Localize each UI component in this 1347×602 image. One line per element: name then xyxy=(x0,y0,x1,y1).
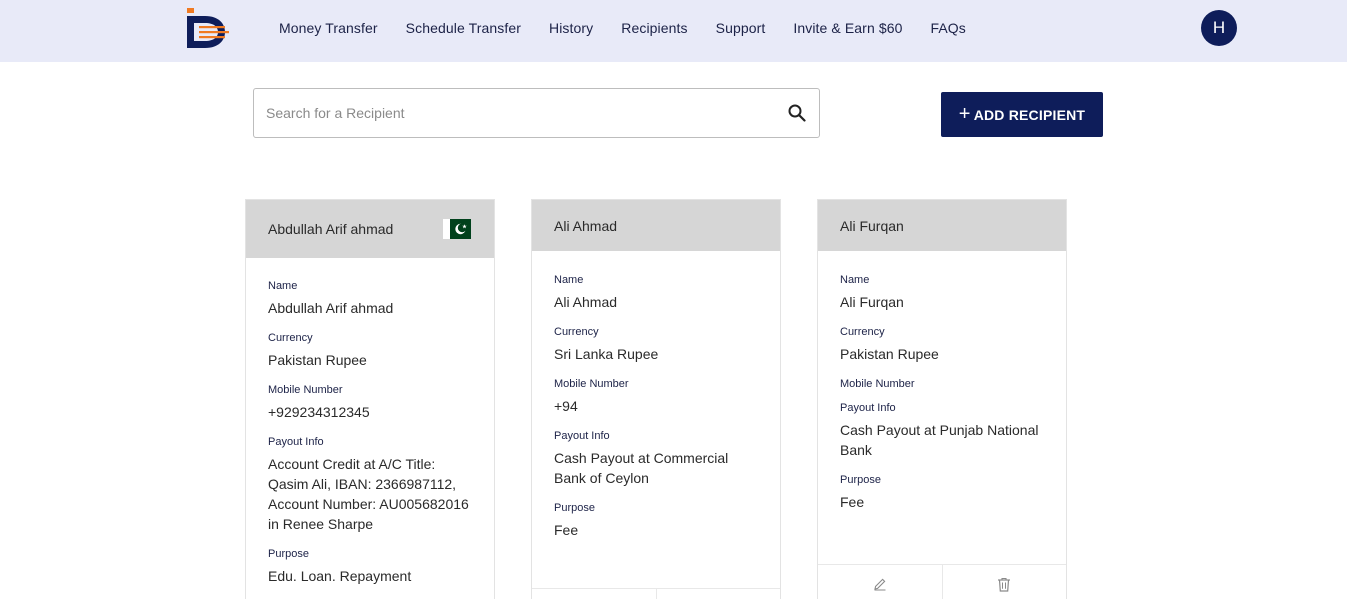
field-mobile: Mobile Number +94 xyxy=(554,378,758,416)
user-avatar[interactable]: H xyxy=(1201,10,1237,46)
field-value: Abdullah Arif ahmad xyxy=(268,300,394,316)
nav-support[interactable]: Support xyxy=(716,20,766,36)
plus-icon: + xyxy=(958,102,971,125)
field-value: +94 xyxy=(554,398,578,414)
pencil-icon[interactable] xyxy=(873,577,887,591)
brand-logo-icon[interactable] xyxy=(185,6,231,50)
recipient-card[interactable]: Abdullah Arif ahmad Name Abdullah Arif a… xyxy=(245,199,495,602)
recipient-search-box xyxy=(253,88,820,138)
field-value: +929234312345 xyxy=(268,404,370,420)
field-value: Account Credit at A/C Title: Qasim Ali, … xyxy=(268,456,469,532)
recipient-card-actions xyxy=(818,564,1066,602)
field-currency: Currency Pakistan Rupee xyxy=(268,332,472,370)
field-value: Fee xyxy=(840,494,865,510)
pakistan-flag-icon xyxy=(443,219,471,239)
field-value: Edu. Loan. Repayment xyxy=(268,568,412,584)
field-purpose: Purpose Edu. Loan. Repayment xyxy=(268,548,472,586)
search-icon[interactable] xyxy=(788,104,806,122)
field-mobile: Mobile Number xyxy=(840,378,1044,390)
nav-invite-earn[interactable]: Invite & Earn $60 xyxy=(793,20,902,36)
field-label: Payout Info xyxy=(268,436,324,448)
recipient-card-body: Name Ali Ahmad Currency Sri Lanka Rupee … xyxy=(532,251,780,540)
main-nav: Money Transfer Schedule Transfer History… xyxy=(265,0,980,56)
field-label: Currency xyxy=(840,326,885,338)
nav-history[interactable]: History xyxy=(549,20,593,36)
field-value: Pakistan Rupee xyxy=(268,352,367,368)
field-label: Payout Info xyxy=(840,402,896,414)
field-label: Purpose xyxy=(554,502,595,514)
recipient-card-title: Abdullah Arif ahmad xyxy=(268,221,394,237)
field-label: Name xyxy=(554,274,584,286)
field-currency: Currency Pakistan Rupee xyxy=(840,326,1044,364)
field-label: Name xyxy=(268,280,298,292)
field-label: Currency xyxy=(268,332,313,344)
field-value: Ali Furqan xyxy=(840,294,904,310)
recipient-search-input[interactable] xyxy=(254,89,774,137)
add-recipient-label: ADD RECIPIENT xyxy=(973,106,1086,123)
field-value: Sri Lanka Rupee xyxy=(554,346,659,362)
field-name: Name Abdullah Arif ahmad xyxy=(268,280,472,318)
trash-icon[interactable] xyxy=(997,577,1011,592)
field-label: Name xyxy=(840,274,870,286)
recipient-card[interactable]: Ali Furqan Name Ali Furqan Currency Paki… xyxy=(817,199,1067,602)
nav-money-transfer[interactable]: Money Transfer xyxy=(279,20,378,36)
add-recipient-button[interactable]: + ADD RECIPIENT xyxy=(941,92,1103,137)
field-label: Payout Info xyxy=(554,430,610,442)
recipient-card-title: Ali Furqan xyxy=(840,217,904,234)
field-label: Purpose xyxy=(268,548,309,560)
field-label: Mobile Number xyxy=(554,378,629,390)
recipient-card-header: Abdullah Arif ahmad xyxy=(246,200,494,258)
field-label: Mobile Number xyxy=(268,384,343,396)
field-name: Name Ali Furqan xyxy=(840,274,1044,312)
delete-action[interactable] xyxy=(943,565,1067,602)
field-label: Mobile Number xyxy=(840,378,915,390)
recipient-card[interactable]: Ali Ahmad Name Ali Ahmad Currency Sri La… xyxy=(531,199,781,602)
edit-action[interactable] xyxy=(818,565,943,602)
nav-schedule-transfer[interactable]: Schedule Transfer xyxy=(406,20,521,36)
field-mobile: Mobile Number +929234312345 xyxy=(268,384,472,422)
field-payout: Payout Info Cash Payout at Punjab Nation… xyxy=(840,402,1044,460)
recipient-card-header: Ali Furqan xyxy=(818,200,1066,251)
recipient-card-header: Ali Ahmad xyxy=(532,200,780,251)
field-value: Cash Payout at Punjab National Bank xyxy=(840,422,1039,458)
top-header: Money Transfer Schedule Transfer History… xyxy=(0,0,1347,62)
recipient-card-body: Name Abdullah Arif ahmad Currency Pakist… xyxy=(246,258,494,586)
field-payout: Payout Info Account Credit at A/C Title:… xyxy=(268,436,472,534)
nav-faqs[interactable]: FAQs xyxy=(930,20,965,36)
field-label: Currency xyxy=(554,326,599,338)
field-label: Purpose xyxy=(840,474,881,486)
field-value: Cash Payout at Commercial Bank of Ceylon xyxy=(554,450,729,486)
field-purpose: Purpose Fee xyxy=(554,502,758,540)
field-value: Ali Ahmad xyxy=(554,294,618,310)
field-payout: Payout Info Cash Payout at Commercial Ba… xyxy=(554,430,758,488)
field-value: Pakistan Rupee xyxy=(840,346,939,362)
field-currency: Currency Sri Lanka Rupee xyxy=(554,326,758,364)
field-name: Name Ali Ahmad xyxy=(554,274,758,312)
nav-recipients[interactable]: Recipients xyxy=(621,20,687,36)
recipient-card-title: Ali Ahmad xyxy=(554,217,618,234)
field-purpose: Purpose Fee xyxy=(840,474,1044,512)
field-value: Fee xyxy=(554,522,579,538)
recipient-card-body: Name Ali Furqan Currency Pakistan Rupee … xyxy=(818,251,1066,512)
